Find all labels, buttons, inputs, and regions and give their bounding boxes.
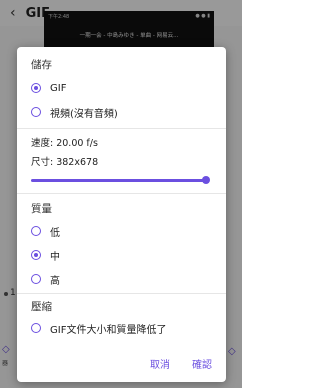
compress-section-title: 壓縮 [31,301,52,313]
quality-option-label: 高 [50,275,60,287]
compress-option-label: GIF文件大小和質量降低了 [50,324,167,336]
size-slider-thumb[interactable] [202,176,210,184]
divider [17,193,226,194]
storage-option-label: 視頻(沒有音頻) [50,108,118,120]
quality-option-high[interactable]: 高 [31,271,60,287]
divider [17,128,226,129]
cancel-button[interactable]: 取消 [150,356,170,371]
quality-option-label: 中 [50,251,60,263]
confirm-button[interactable]: 確認 [192,356,212,371]
speed-text: 速度: 20.00 f/s [31,138,98,149]
dialog-actions: 取消 確認 [150,356,212,371]
storage-option-video[interactable]: 視頻(沒有音頻) [31,104,118,120]
storage-option-gif[interactable]: GIF [31,80,66,96]
storage-option-label: GIF [50,82,67,94]
quality-option-medium[interactable]: 中 [31,247,60,263]
quality-option-label: 低 [50,227,60,239]
size-text: 尺寸: 382x678 [31,157,99,168]
compress-option[interactable]: GIF文件大小和質量降低了 [31,320,166,336]
radio-checked-icon[interactable] [31,83,41,93]
save-dialog: 儲存 GIF 視頻(沒有音頻) 速度: 20.00 f/s 尺寸: 382x67… [17,47,226,382]
divider [17,293,226,294]
storage-section-title: 儲存 [31,59,52,71]
quality-section-title: 質量 [31,203,52,215]
compress-checkbox[interactable] [31,323,41,333]
quality-option-low[interactable]: 低 [31,223,60,239]
radio-unchecked-icon[interactable] [31,107,41,117]
radio-unchecked-icon[interactable] [31,274,41,284]
radio-unchecked-icon[interactable] [31,226,41,236]
radio-checked-icon[interactable] [31,250,41,260]
size-slider-track[interactable] [31,179,207,182]
